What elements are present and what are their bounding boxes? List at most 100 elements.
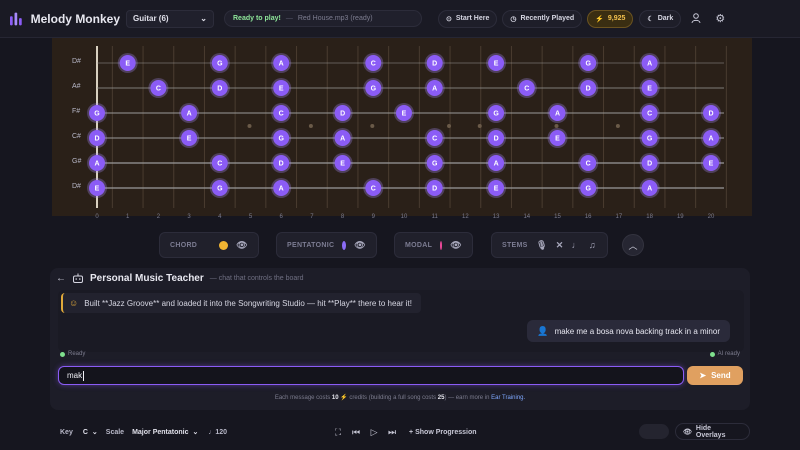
fret-note[interactable]: C [424, 128, 445, 148]
ear-training-link[interactable]: Ear Training. [491, 395, 525, 401]
microphone-icon[interactable]: 🎙 [536, 240, 548, 251]
fret-note[interactable]: A [547, 103, 568, 123]
fret-note[interactable]: G [578, 53, 599, 73]
instrument-select[interactable]: Guitar (6) ⌄ [126, 9, 214, 28]
fret-note[interactable]: G [87, 103, 107, 123]
fullscreen-icon[interactable]: ⛶ [331, 425, 345, 439]
fret-note[interactable]: E [486, 178, 507, 198]
send-button[interactable]: ➤ Send [687, 366, 743, 385]
inlay-dot [370, 124, 375, 128]
fret-note[interactable]: E [332, 153, 353, 173]
string-label: A# [72, 83, 81, 90]
fret-note[interactable]: G [578, 178, 599, 198]
fret-note[interactable]: G [271, 128, 292, 148]
fret-note[interactable]: A [332, 128, 353, 148]
fret-note[interactable]: E [117, 53, 138, 73]
overlay-toggles: CHORD 👁 PENTATONIC 👁 MODAL 👁 STEMS 🎙 ✕ ♩… [0, 232, 800, 260]
back-arrow-icon[interactable]: ← [56, 273, 66, 284]
fret-number: 1 [126, 214, 130, 220]
fret-note[interactable]: C [516, 78, 537, 98]
eye-off-icon[interactable]: 👁 [450, 240, 462, 251]
pentatonic-toggle-group[interactable]: PENTATONIC 👁 [276, 232, 377, 258]
fret-note[interactable]: G [209, 178, 230, 198]
modal-toggle-group[interactable]: MODAL 👁 [394, 232, 473, 258]
lightning-icon: ⚡ [595, 15, 604, 23]
skip-back-icon[interactable]: ⏮ [349, 425, 363, 439]
fret-note[interactable]: G [424, 153, 445, 173]
fret-note[interactable]: C [578, 153, 599, 173]
fret-note[interactable]: D [486, 128, 507, 148]
skip-forward-icon[interactable]: ⏭ [385, 425, 399, 439]
fret-number: 3 [187, 214, 191, 220]
scale-select[interactable]: Major Pentatonic ⌄ [132, 428, 198, 437]
fret-note[interactable]: D [332, 103, 353, 123]
fret-note[interactable]: A [639, 53, 660, 73]
fret-note[interactable]: E [87, 178, 107, 198]
fret-note[interactable]: E [547, 128, 568, 148]
fret-note[interactable]: G [209, 53, 230, 73]
fretboard[interactable]: E G A C D E G A C D E G A C D E G A C D E G A C D D E G A C D E G A A C D E G A… [52, 38, 752, 216]
app-logo[interactable]: Melody Monkey [10, 10, 120, 28]
fret-note[interactable]: E [701, 153, 721, 173]
fret-note[interactable]: G [639, 128, 660, 148]
fret-note[interactable]: E [639, 78, 660, 98]
fret-note[interactable]: C [271, 103, 292, 123]
fret-note[interactable]: C [148, 78, 169, 98]
chat-history[interactable]: ☺ Built **Jazz Groove** and loaded it in… [58, 290, 744, 352]
hide-overlays-button[interactable]: 👁 Hide Overlays [675, 423, 750, 440]
fret-note[interactable]: D [87, 128, 107, 148]
fret-note[interactable]: A [639, 178, 660, 198]
fret-note[interactable]: A [87, 153, 107, 173]
fret-note[interactable]: D [578, 78, 599, 98]
fret-note[interactable]: D [271, 153, 292, 173]
stems-toggle-group[interactable]: STEMS 🎙 ✕ ♩ ♫ [491, 232, 608, 258]
fret-number: 14 [523, 214, 531, 220]
toggle-switch[interactable] [639, 424, 669, 439]
start-here-button[interactable]: ⊙ Start Here [438, 9, 498, 28]
user-icon: 👤 [537, 325, 549, 336]
fret-note[interactable]: A [179, 103, 200, 123]
gear-icon[interactable]: ⚙ [711, 10, 729, 28]
fret-note[interactable]: E [486, 53, 507, 73]
fret-note[interactable]: D [209, 78, 230, 98]
fret-note[interactable]: D [424, 178, 445, 198]
fret-number: 15 [554, 214, 561, 220]
recently-played-button[interactable]: ◷ Recently Played [502, 9, 583, 28]
note-label: D [94, 136, 99, 143]
theme-toggle[interactable]: ☾ Dark [639, 9, 682, 28]
drums-icon[interactable]: ✕ [556, 240, 564, 251]
fret-note[interactable]: E [394, 103, 414, 123]
guitar-icon[interactable]: ♩ [572, 240, 581, 250]
key-select[interactable]: C ⌄ [83, 428, 98, 437]
user-icon[interactable] [687, 10, 705, 28]
show-progression-button[interactable]: + Show Progression [409, 429, 477, 436]
eye-icon[interactable]: 👁 [354, 240, 366, 251]
fret-note[interactable]: C [209, 153, 230, 173]
fret-note[interactable]: C [363, 53, 384, 73]
fret-note[interactable]: A [701, 128, 721, 148]
fret-note[interactable]: E [179, 128, 200, 148]
stems-label: STEMS [502, 241, 528, 249]
fret-note[interactable]: A [271, 178, 292, 198]
fret-note[interactable]: A [424, 78, 445, 98]
fret-note[interactable]: D [424, 53, 445, 73]
chat-input[interactable]: mak [58, 366, 684, 385]
fret-note[interactable]: A [486, 153, 507, 173]
play-icon[interactable]: ▷ [367, 425, 381, 439]
fret-note[interactable]: D [701, 103, 721, 123]
tempo-value[interactable]: ♩120 [208, 429, 227, 436]
fret-note[interactable]: E [271, 78, 292, 98]
fret-note[interactable]: A [271, 53, 292, 73]
fret-note[interactable]: D [639, 153, 660, 173]
fret-note[interactable]: G [363, 78, 384, 98]
collapse-toggles-button[interactable]: ︿ [622, 234, 644, 256]
music-note-icon[interactable]: ♫ [589, 240, 596, 250]
note-label: G [278, 136, 284, 143]
fret-note[interactable]: G [486, 103, 507, 123]
credits-badge[interactable]: ⚡ 9,925 [587, 9, 634, 28]
note-label: C [432, 136, 437, 143]
chord-toggle-group[interactable]: CHORD 👁 [159, 232, 259, 258]
eye-icon[interactable]: 👁 [236, 240, 248, 251]
fret-note[interactable]: C [639, 103, 660, 123]
fret-note[interactable]: C [363, 178, 384, 198]
